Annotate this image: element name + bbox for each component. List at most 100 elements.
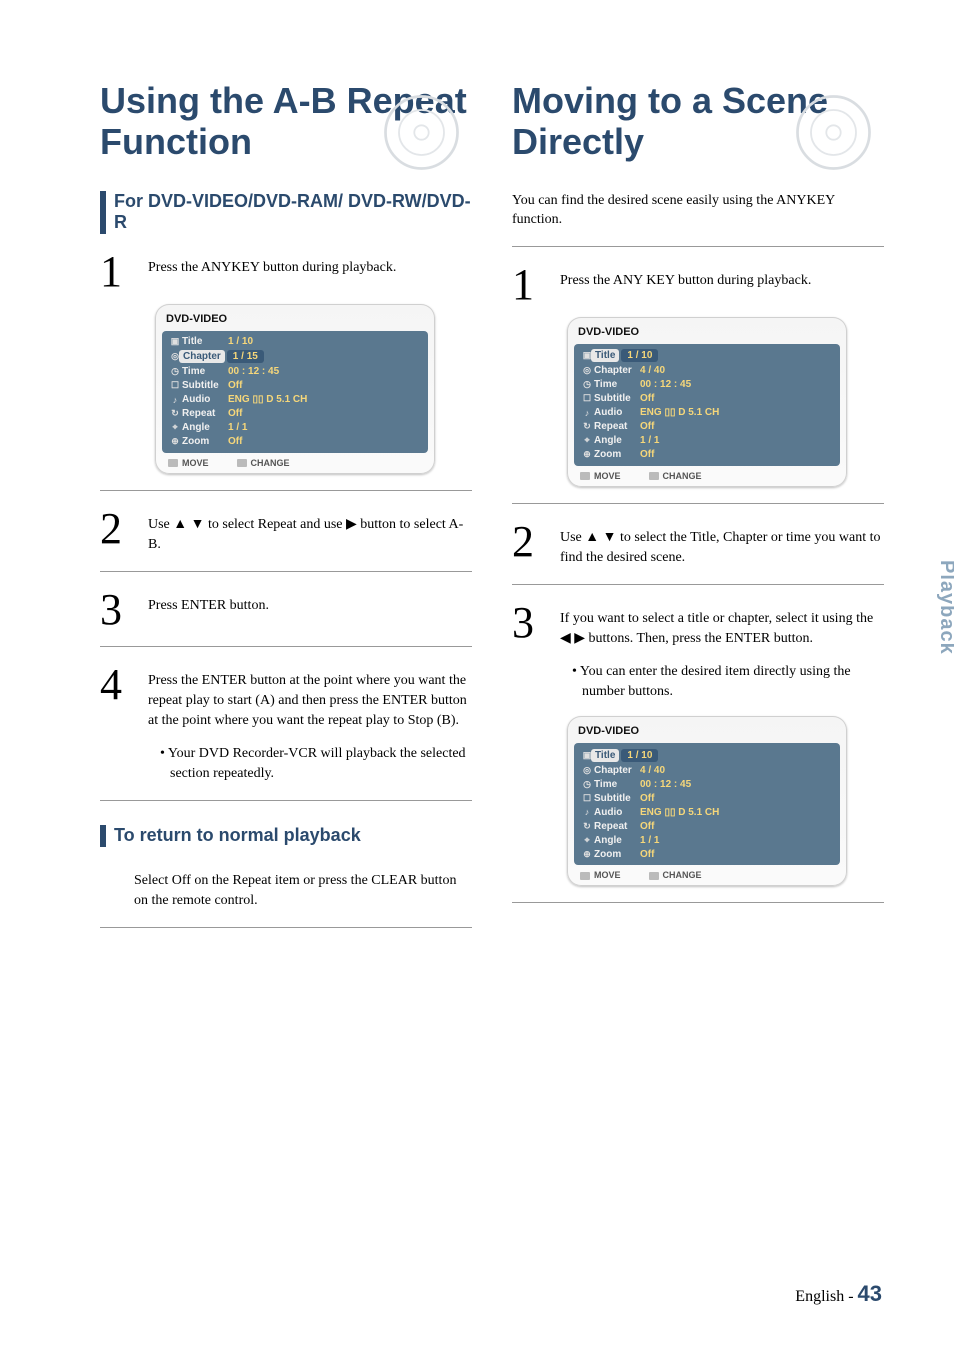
osd-value: 00 : 12 : 45 [640,779,691,790]
step-text: Press the ANY KEY button during playback… [560,265,811,291]
zoom-icon: ⊕ [580,849,594,860]
subtitle-icon: ☐ [580,793,594,804]
osd-value: Off [640,393,654,404]
left-step-1: 1 Press the ANYKEY button during playbac… [100,252,472,292]
osd-label: Subtitle [182,380,228,391]
osd-value: 1 / 15 [227,350,264,363]
osd-label: Time [594,779,640,790]
osd-label: Chapter [594,365,640,376]
chapter-icon: ◎ [580,765,594,776]
osd-label: Angle [182,422,228,433]
return-text: Select Off on the Repeat item or press t… [134,865,472,912]
osd-foot-move: MOVE [580,471,621,481]
osd-row-chapter: ◎Chapter1 / 15 [168,349,422,365]
osd-label: Zoom [182,436,228,447]
osd-footer: MOVE CHANGE [574,466,840,483]
left-subheading-1: For DVD-VIDEO/DVD-RAM/ DVD-RW/DVD-R [100,191,472,234]
subtitle-icon: ☐ [168,380,182,391]
footer-page-number: 43 [858,1281,882,1306]
osd-value: 4 / 40 [640,365,665,376]
footer-language: English - [795,1288,857,1305]
osd-body: ▣Title1 / 10 ◎Chapter4 / 40 ◷Time00 : 12… [574,743,840,865]
osd-row-title: ▣Title1 / 10 [580,747,834,763]
osd-row-time: ◷Time00 : 12 : 45 [580,378,834,392]
time-icon: ◷ [580,379,594,390]
audio-icon: ♪ [168,395,182,405]
osd-heading: DVD-VIDEO [162,311,428,331]
osd-label: Title [182,336,228,347]
step-number: 4 [100,665,130,705]
osd-row-subtitle: ☐SubtitleOff [580,791,834,805]
page-footer: English - 43 [795,1281,882,1307]
osd-value: Off [640,793,654,804]
osd-value: 00 : 12 : 45 [228,366,279,377]
osd-row-time: ◷Time00 : 12 : 45 [580,777,834,791]
osd-label: Audio [594,407,640,418]
step-number: 1 [512,265,542,305]
osd-foot-move: MOVE [580,870,621,880]
separator [100,490,472,491]
left-step-4: 4 Press the ENTER button at the point wh… [100,665,472,732]
title-icon: ▣ [168,336,182,347]
osd-row-angle: ⌖Angle1 / 1 [580,833,834,847]
osd-label: Repeat [594,421,640,432]
osd-row-audio: ♪AudioENG ▯▯ D 5.1 CH [580,805,834,819]
osd-row-title: ▣Title1 / 10 [580,348,834,364]
step-text: Press the ENTER button at the point wher… [148,665,472,732]
left-subheading-2: To return to normal playback [100,825,472,847]
osd-row-repeat: ↻RepeatOff [580,819,834,833]
osd-label: Time [594,379,640,390]
osd-footer: MOVE CHANGE [574,865,840,882]
step-text: Press ENTER button. [148,590,269,616]
separator [100,800,472,801]
repeat-icon: ↻ [580,821,594,832]
osd-row-zoom: ⊕ZoomOff [580,448,834,462]
osd-value: 1 / 1 [228,422,247,433]
step-number: 1 [100,252,130,292]
left-step-3: 3 Press ENTER button. [100,590,472,630]
osd-row-angle: ⌖Angle1 / 1 [168,421,422,435]
disc-decoration-icon [372,83,462,173]
osd-foot-change: CHANGE [649,471,702,481]
step-number: 3 [100,590,130,630]
osd-foot-change: CHANGE [649,870,702,880]
osd-value: ENG ▯▯ D 5.1 CH [640,807,719,818]
angle-icon: ⌖ [580,835,594,846]
osd-value: 1 / 1 [640,835,659,846]
osd-label: Title [591,349,619,362]
left-column: Using the A-B Repeat Function For DVD-VI… [100,80,472,942]
step-number: 2 [100,509,130,549]
osd-value: Off [228,408,242,419]
disc-decoration-icon [784,83,874,173]
right-column: Moving to a Scene Directly You can find … [512,80,884,942]
right-step-1: 1 Press the ANY KEY button during playba… [512,265,884,305]
osd-label: Angle [594,435,640,446]
step-text: Press the ANYKEY button during playback. [148,252,396,278]
right-title: Moving to a Scene Directly [512,80,884,163]
right-title-text: Moving to a Scene Directly [512,80,828,162]
osd-value: 1 / 10 [228,336,253,347]
right-intro: You can find the desired scene easily us… [512,191,884,230]
left-title: Using the A-B Repeat Function [100,80,472,163]
osd-row-repeat: ↻RepeatOff [168,407,422,421]
osd-label: Audio [182,394,228,405]
time-icon: ◷ [580,779,594,790]
osd-value: 00 : 12 : 45 [640,379,691,390]
osd-label: Subtitle [594,793,640,804]
osd-value: 1 / 1 [640,435,659,446]
angle-icon: ⌖ [580,435,594,446]
osd-value: 1 / 10 [621,749,658,762]
osd-heading: DVD-VIDEO [574,324,840,344]
osd-row-subtitle: ☐SubtitleOff [580,392,834,406]
osd-label: Repeat [594,821,640,832]
osd-label: Zoom [594,449,640,460]
side-tab-playback: Playback [935,560,954,655]
audio-icon: ♪ [580,807,594,817]
right-step-3-bullet: • You can enter the desired item directl… [572,662,884,703]
right-step-2: 2 Use ▲ ▼ to select the Title, Chapter o… [512,522,884,569]
osd-row-time: ◷Time00 : 12 : 45 [168,365,422,379]
step-number: 3 [512,603,542,643]
osd-label: Subtitle [594,393,640,404]
osd-label: Chapter [179,350,225,363]
chapter-icon: ◎ [580,365,594,376]
